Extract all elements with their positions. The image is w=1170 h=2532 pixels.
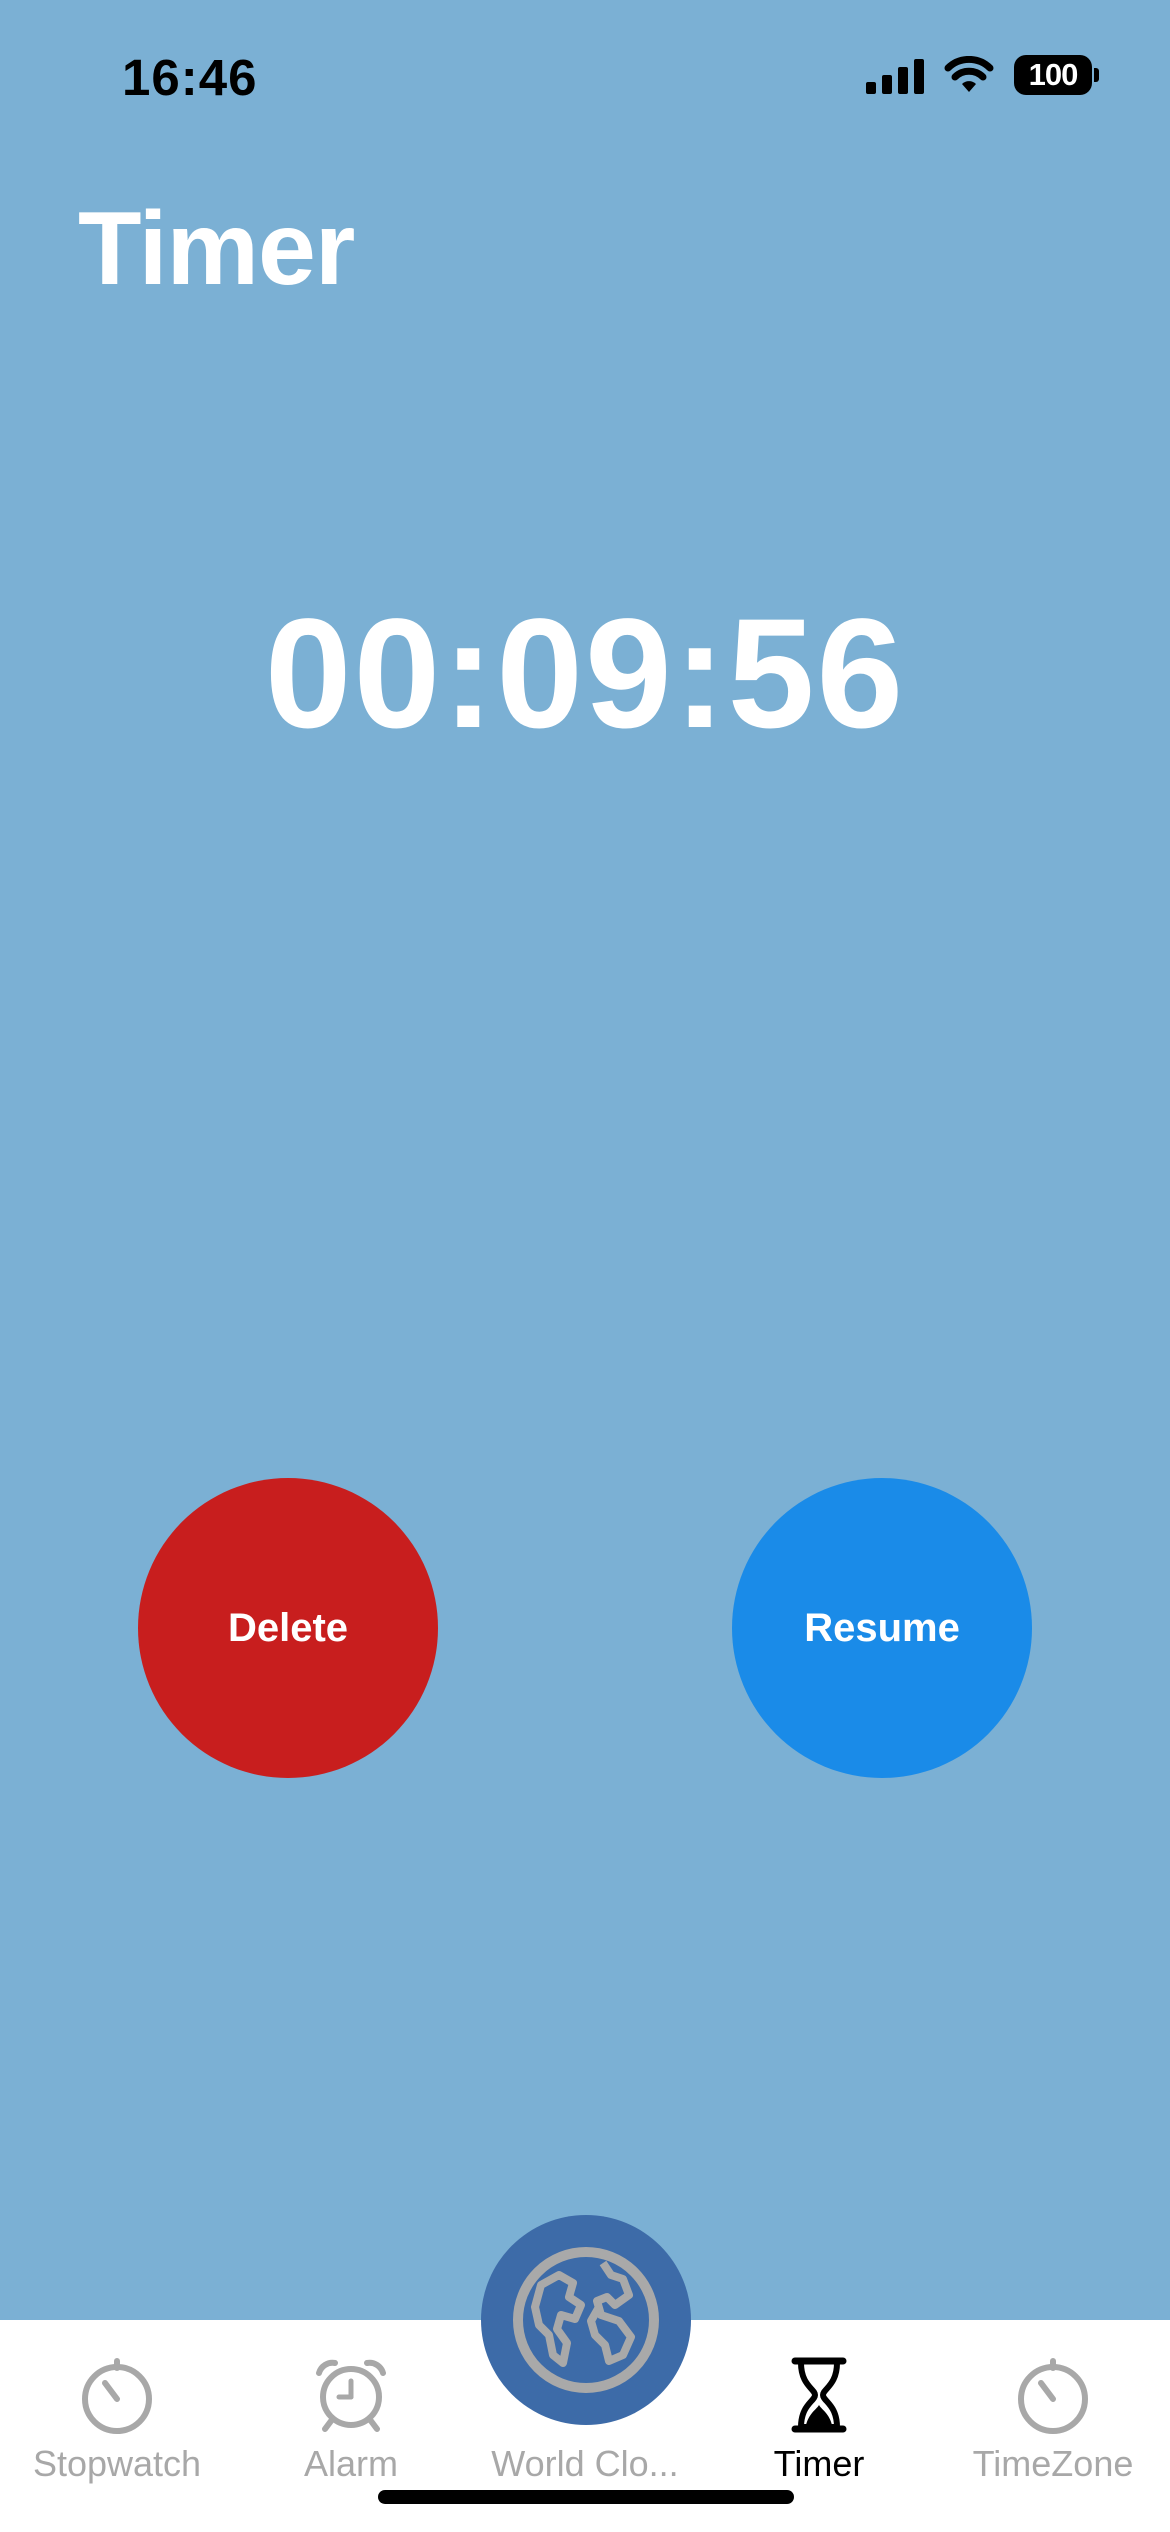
alarm-clock-icon [316, 2359, 386, 2432]
resume-button[interactable]: Resume [732, 1478, 1032, 1778]
tab-stopwatch[interactable]: Stopwatch [0, 2355, 234, 2505]
tab-world-clock[interactable]: World Clo... [468, 2355, 702, 2505]
status-time: 16:46 [122, 49, 258, 106]
hourglass-icon [791, 2357, 847, 2433]
tab-label: Stopwatch [32, 2443, 202, 2484]
cellular-signal-icon [866, 56, 924, 94]
tab-label: World Clo... [491, 2443, 679, 2484]
tab-label: Timer [773, 2443, 865, 2484]
status-bar: 16:46 100 [0, 0, 1170, 150]
home-indicator[interactable] [378, 2490, 794, 2504]
status-icons: 100 [866, 50, 1099, 100]
page-title: Timer [78, 191, 355, 307]
battery-icon: 100 [1014, 55, 1099, 95]
tab-label: TimeZone [972, 2443, 1134, 2484]
delete-button[interactable]: Delete [138, 1478, 438, 1778]
stopwatch-icon [1018, 2358, 1088, 2434]
stopwatch-icon [82, 2358, 152, 2434]
timer-countdown: 00:09:56 [264, 587, 906, 761]
tab-timezone[interactable]: TimeZone [936, 2355, 1170, 2505]
tab-label: Alarm [303, 2443, 398, 2484]
tab-alarm[interactable]: Alarm [234, 2355, 468, 2505]
tab-timer[interactable]: Timer [702, 2355, 936, 2505]
wifi-icon [944, 56, 994, 92]
